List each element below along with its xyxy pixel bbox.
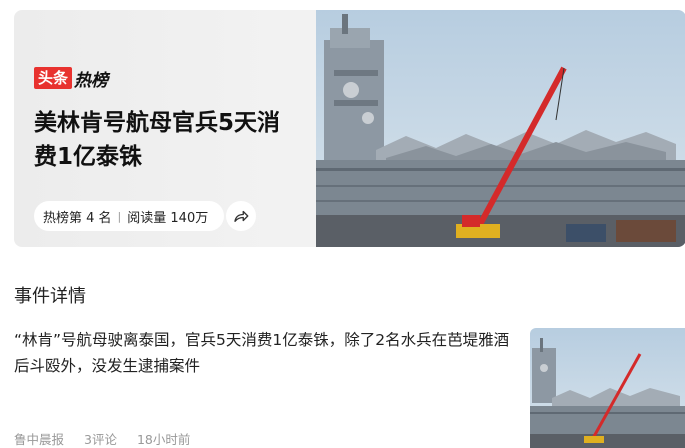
hot-rank: 热榜第 4 名 bbox=[43, 210, 112, 226]
publish-time: 18小时前 bbox=[136, 432, 191, 447]
share-button[interactable] bbox=[226, 201, 256, 231]
article-meta: 鲁中晨报 3评论 18小时前 bbox=[14, 429, 210, 448]
hot-topic-title[interactable]: 美林肯号航母官兵5天消费1亿泰铢 bbox=[34, 106, 294, 174]
section-title: 事件详情 bbox=[14, 286, 86, 307]
share-icon bbox=[234, 210, 249, 222]
hot-topic-info: 头条 热榜 美林肯号航母官兵5天消费1亿泰铢 热榜第 4 名 | 阅读量 140… bbox=[14, 10, 316, 247]
article-summary[interactable]: “林肯”号航母驶离泰国，官兵5天消费1亿泰铢，除了2名水兵在芭堤雅酒后斗殴外，没… bbox=[14, 327, 514, 379]
comment-count[interactable]: 3评论 bbox=[84, 429, 117, 448]
brand-badge: 头条 bbox=[34, 67, 73, 89]
toutiao-hot-list-logo: 头条 热榜 bbox=[34, 67, 109, 91]
stats-divider: | bbox=[117, 209, 122, 223]
aircraft-carrier-photo bbox=[316, 10, 685, 247]
stats-pill: 热榜第 4 名 | 阅读量 140万 bbox=[34, 201, 224, 231]
read-count: 阅读量 140万 bbox=[127, 210, 209, 226]
article-thumbnail[interactable] bbox=[530, 328, 685, 448]
hot-topic-card[interactable]: 头条 热榜 美林肯号航母官兵5天消费1亿泰铢 热榜第 4 名 | 阅读量 140… bbox=[14, 10, 685, 247]
article-source[interactable]: 鲁中晨报 bbox=[14, 429, 64, 448]
brand-text: 热榜 bbox=[74, 70, 109, 91]
